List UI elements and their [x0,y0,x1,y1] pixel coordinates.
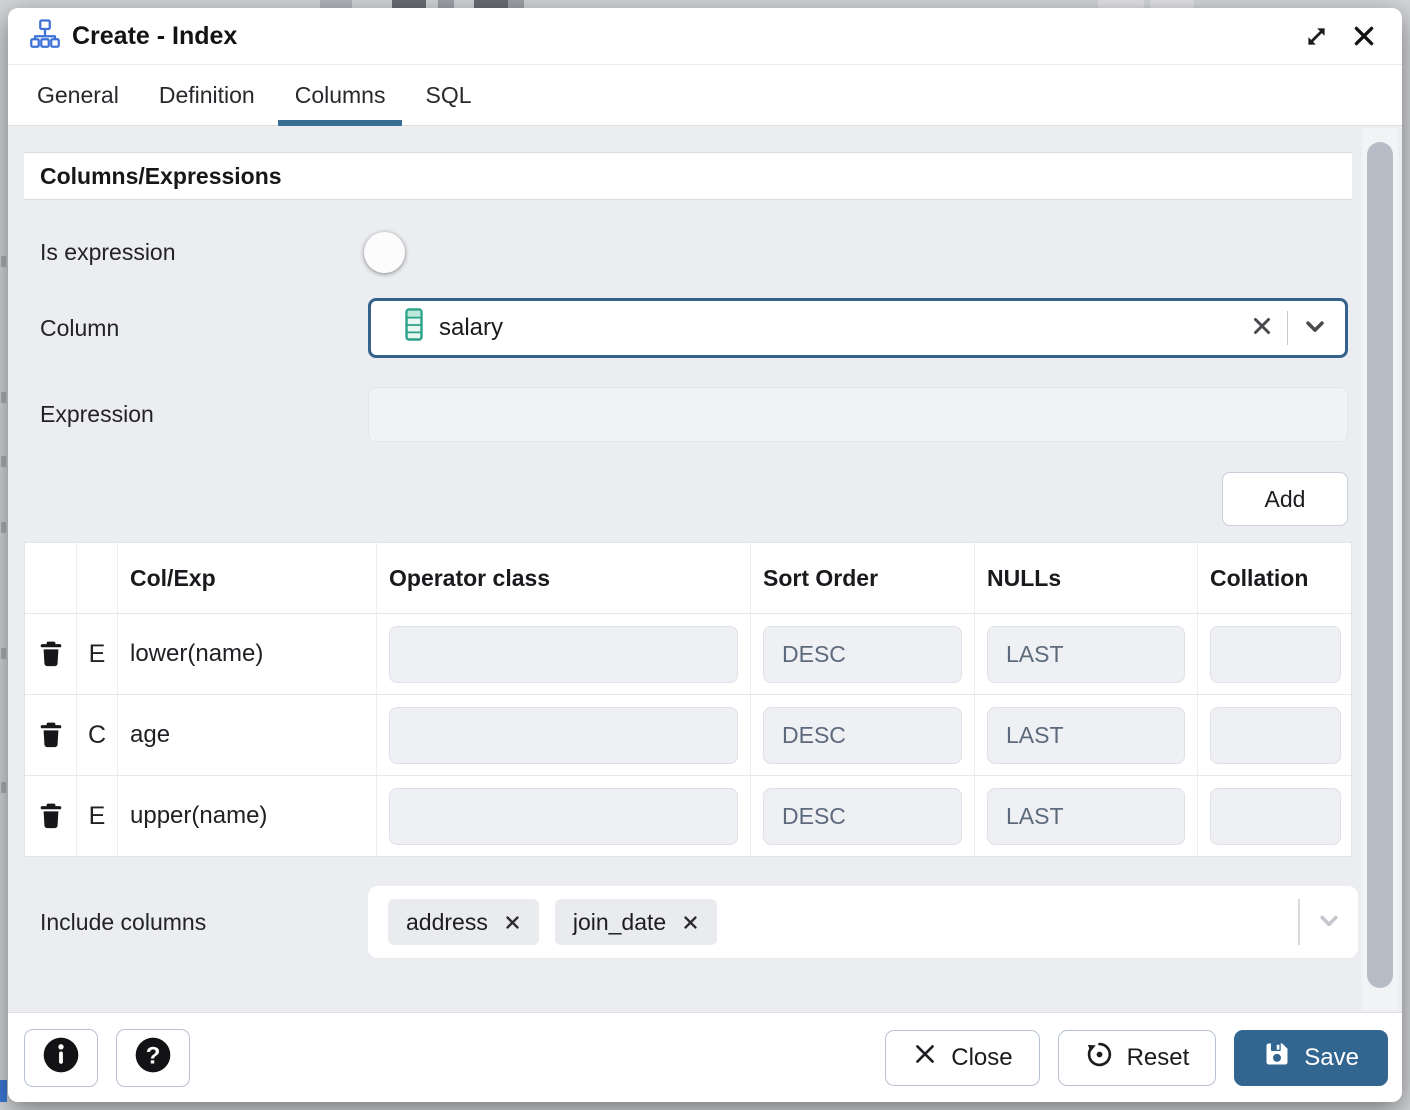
scrollbar-track[interactable] [1362,128,1398,1010]
nulls-select[interactable]: LAST [987,788,1185,845]
background-app-fragment [1,648,6,659]
grid-header-sort-order: Sort Order [751,543,975,613]
close-x-icon [912,1041,938,1074]
columns-panel: Columns/Expressions Is expression Column [8,126,1402,1012]
toggle-knob [364,232,405,273]
chip-join-date: join_date [555,899,717,945]
reset-button-label: Reset [1127,1044,1190,1072]
dialog-footer: ? Close [8,1012,1402,1102]
background-app-fragment [1,392,6,403]
tab-definition[interactable]: Definition [142,65,272,125]
nulls-select[interactable]: LAST [987,626,1185,683]
background-app-fragment [0,1080,7,1102]
chip-label: address [406,909,488,936]
grid-header-col-exp: Col/Exp [118,543,377,613]
select-divider [1287,311,1288,345]
chevron-down-icon[interactable] [1301,312,1329,345]
column-row: Column salary [40,298,1348,358]
column-select[interactable]: salary [368,298,1348,358]
grid-header-collation: Collation [1198,543,1353,613]
include-columns-select[interactable]: address join_date [368,886,1358,958]
delete-row-icon[interactable] [33,798,69,834]
reset-button[interactable]: Reset [1058,1030,1217,1086]
grid-row: E lower(name) DESC LAST [25,613,1351,694]
background-app-fragment [1,782,6,793]
delete-row-icon[interactable] [33,636,69,672]
grid-header-kind [77,543,118,613]
grid-header-operator-class: Operator class [377,543,751,613]
operator-class-select[interactable] [389,707,738,764]
row-kind-badge: E [77,614,118,694]
operator-class-select[interactable] [389,788,738,845]
chip-address: address [388,899,539,945]
grid-header-nulls: NULLs [975,543,1198,613]
expression-label: Expression [40,401,368,428]
collation-select[interactable] [1210,707,1341,764]
sort-order-select[interactable]: DESC [763,707,962,764]
scrollbar-thumb[interactable] [1367,142,1393,988]
include-columns-row: Include columns address join_date [40,886,1358,958]
create-index-dialog: Create - Index General Definition Column… [8,8,1402,1102]
close-button[interactable]: Close [885,1030,1039,1086]
background-app-fragment [1,522,6,533]
expression-input[interactable] [368,387,1348,442]
chevron-down-icon[interactable] [1314,905,1344,940]
info-icon [41,1035,81,1080]
collation-select[interactable] [1210,626,1341,683]
grid-header-row: Col/Exp Operator class Sort Order NULLs … [25,543,1351,613]
dialog-titlebar: Create - Index [8,8,1402,64]
delete-row-icon[interactable] [33,717,69,753]
grid-row: C age DESC LAST [25,694,1351,775]
row-kind-badge: C [77,695,118,775]
col-exp-cell: lower(name) [118,614,377,694]
column-select-value: salary [439,314,503,342]
background-app-fragment [1,256,6,267]
row-kind-badge: E [77,776,118,856]
operator-class-select[interactable] [389,626,738,683]
help-icon: ? [133,1035,173,1080]
expression-row: Expression [40,386,1348,442]
nulls-select[interactable]: LAST [987,707,1185,764]
grid-row: E upper(name) DESC LAST [25,775,1351,856]
sql-info-button[interactable] [24,1029,98,1087]
col-exp-cell: age [118,695,377,775]
col-exp-cell: upper(name) [118,776,377,856]
tab-columns[interactable]: Columns [278,65,403,125]
svg-text:?: ? [146,1042,161,1069]
column-label: Column [40,315,368,342]
background-app-fragment [1,456,6,467]
dialog-title: Create - Index [72,22,237,51]
close-icon[interactable] [1346,18,1382,54]
reset-icon [1085,1040,1114,1076]
help-button[interactable]: ? [116,1029,190,1087]
desktop-background: Create - Index General Definition Column… [0,0,1410,1110]
tab-sql[interactable]: SQL [408,65,488,125]
save-button-label: Save [1304,1044,1359,1072]
include-columns-label: Include columns [40,909,368,936]
sort-order-select[interactable]: DESC [763,626,962,683]
section-header: Columns/Expressions [24,152,1352,200]
close-button-label: Close [951,1044,1012,1072]
chip-label: join_date [573,909,666,936]
save-button[interactable]: Save [1234,1030,1388,1086]
column-icon [405,308,423,348]
dialog-tabs: General Definition Columns SQL [8,64,1402,126]
is-expression-row: Is expression [40,224,442,280]
tab-general[interactable]: General [20,65,136,125]
remove-chip-icon[interactable] [504,914,521,931]
select-divider [1298,899,1300,945]
columns-grid: Col/Exp Operator class Sort Order NULLs … [24,542,1352,857]
add-button[interactable]: Add [1222,472,1348,526]
collation-select[interactable] [1210,788,1341,845]
sitemap-icon [30,19,60,54]
save-icon [1263,1040,1291,1075]
grid-header-delete [25,543,77,613]
remove-chip-icon[interactable] [682,914,699,931]
clear-selection-icon[interactable] [1250,314,1274,343]
expand-icon[interactable] [1298,18,1334,54]
sort-order-select[interactable]: DESC [763,788,962,845]
is-expression-label: Is expression [40,239,368,266]
is-expression-toggle[interactable] [368,236,442,269]
